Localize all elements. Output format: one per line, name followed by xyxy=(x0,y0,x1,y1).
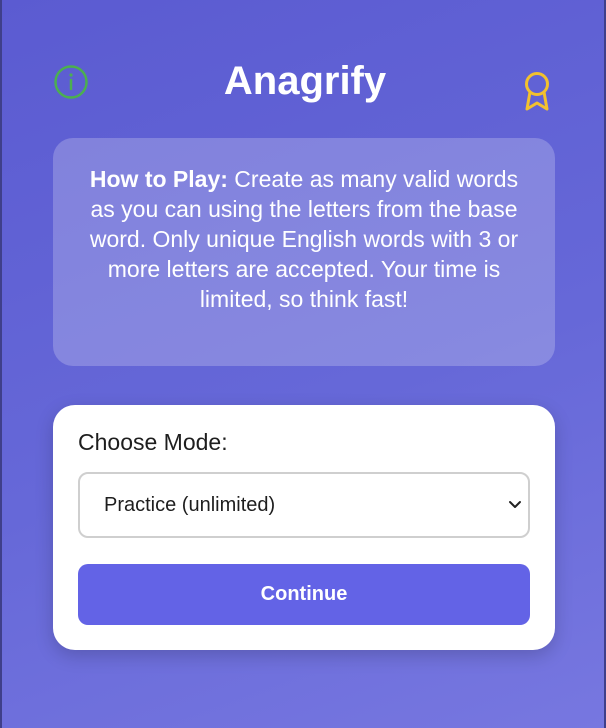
chevron-down-icon xyxy=(509,501,521,508)
how-to-play-panel: How to Play: Create as many valid words … xyxy=(53,138,555,366)
app-screen: Anagrify How to Play: Create as many val… xyxy=(0,0,606,728)
header: Anagrify xyxy=(2,54,604,111)
mode-select[interactable]: Practice (unlimited) xyxy=(78,472,530,538)
continue-button[interactable]: Continue xyxy=(78,564,530,625)
mode-card: Choose Mode: Practice (unlimited) Contin… xyxy=(53,405,555,650)
mode-label: Choose Mode: xyxy=(78,429,228,455)
award-icon[interactable] xyxy=(520,70,554,112)
how-to-play-heading: How to Play: xyxy=(89,166,228,192)
mode-select-value: Practice (unlimited) xyxy=(104,494,276,516)
page-title: Anagrify xyxy=(223,59,387,103)
